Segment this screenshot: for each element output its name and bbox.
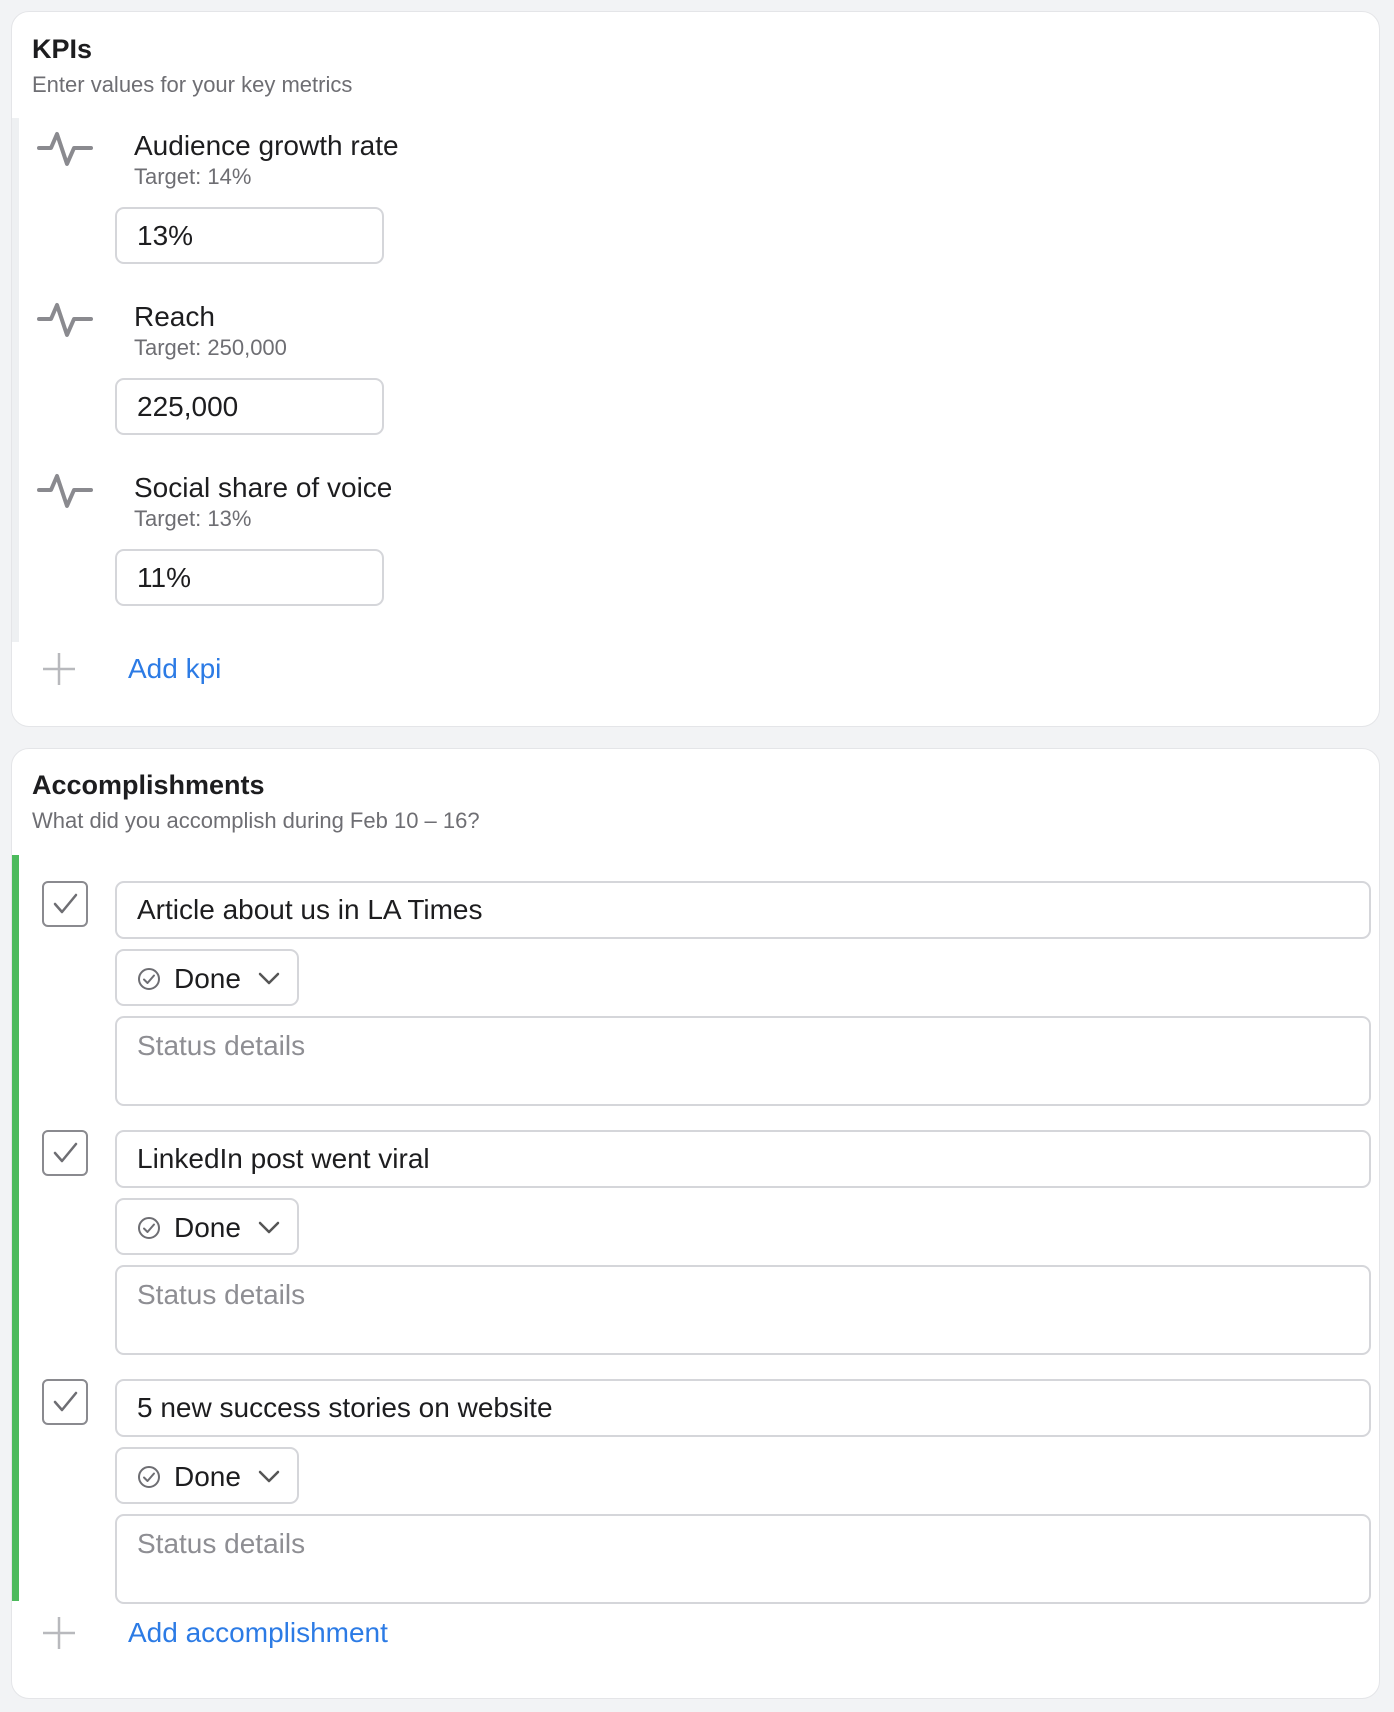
kpi-name: Reach xyxy=(134,301,215,332)
plus-icon[interactable] xyxy=(41,651,77,687)
kpi-name: Social share of voice xyxy=(134,472,393,503)
kpi-target: Target: 13% xyxy=(134,506,252,531)
kpi-name: Audience growth rate xyxy=(134,130,399,161)
status-dropdown[interactable]: Done xyxy=(115,1198,299,1255)
check-circle-icon xyxy=(138,1466,160,1488)
status-label: Done xyxy=(174,1461,241,1492)
chevron-down-icon xyxy=(258,972,280,985)
add-kpi-link[interactable]: Add kpi xyxy=(128,653,221,685)
kpi-target: Target: 250,000 xyxy=(134,335,287,360)
kpi-value-input[interactable] xyxy=(115,549,384,606)
checkmark-icon xyxy=(53,1391,78,1412)
status-dropdown[interactable]: Done xyxy=(115,1447,299,1504)
status-label: Done xyxy=(174,1212,241,1243)
chevron-down-icon xyxy=(258,1470,280,1483)
kpi-item-audience-growth-rate: Audience growth rate Target: 14% xyxy=(12,108,1379,279)
status-details-textarea[interactable] xyxy=(115,1016,1371,1106)
kpi-value-input[interactable] xyxy=(115,378,384,435)
accomplishment-checkbox[interactable] xyxy=(42,1379,88,1425)
status-dropdown[interactable]: Done xyxy=(115,949,299,1006)
accomplishment-title-input[interactable] xyxy=(115,1130,1371,1188)
chevron-down-icon xyxy=(258,1221,280,1234)
activity-pulse-icon xyxy=(37,303,93,337)
kpis-title: KPIs xyxy=(32,34,93,64)
kpis-subtitle: Enter values for your key metrics xyxy=(32,72,353,97)
accomplishment-item: Done xyxy=(12,869,1379,1118)
plus-icon[interactable] xyxy=(41,1615,77,1651)
accomplishments-card: Accomplishments What did you accomplish … xyxy=(11,748,1380,1699)
accomplishment-item: Done xyxy=(12,1118,1379,1367)
add-kpi-row[interactable]: Add kpi xyxy=(12,645,1379,695)
kpi-item-social-share-of-voice: Social share of voice Target: 13% xyxy=(12,450,1379,621)
accomplishment-checkbox[interactable] xyxy=(42,881,88,927)
check-circle-icon xyxy=(138,1217,160,1239)
kpis-card: KPIs Enter values for your key metrics A… xyxy=(11,11,1380,727)
accomplishments-title: Accomplishments xyxy=(32,770,265,800)
accomplishment-checkbox[interactable] xyxy=(42,1130,88,1176)
activity-pulse-icon xyxy=(37,132,93,166)
accomplishment-item: Done xyxy=(12,1367,1379,1616)
activity-pulse-icon xyxy=(37,474,93,508)
status-details-textarea[interactable] xyxy=(115,1265,1371,1355)
accomplishments-subtitle: What did you accomplish during Feb 10 – … xyxy=(32,808,480,833)
status-label: Done xyxy=(174,963,241,994)
kpi-target: Target: 14% xyxy=(134,164,252,189)
checkmark-icon xyxy=(53,1142,78,1163)
kpi-value-input[interactable] xyxy=(115,207,384,264)
accomplishment-title-input[interactable] xyxy=(115,881,1371,939)
add-accomplishment-link[interactable]: Add accomplishment xyxy=(128,1617,388,1649)
accomplishment-title-input[interactable] xyxy=(115,1379,1371,1437)
status-details-textarea[interactable] xyxy=(115,1514,1371,1604)
check-circle-icon xyxy=(138,968,160,990)
checkmark-icon xyxy=(53,893,78,914)
kpi-item-reach: Reach Target: 250,000 xyxy=(12,279,1379,450)
add-accomplishment-row[interactable]: Add accomplishment xyxy=(12,1609,1379,1659)
